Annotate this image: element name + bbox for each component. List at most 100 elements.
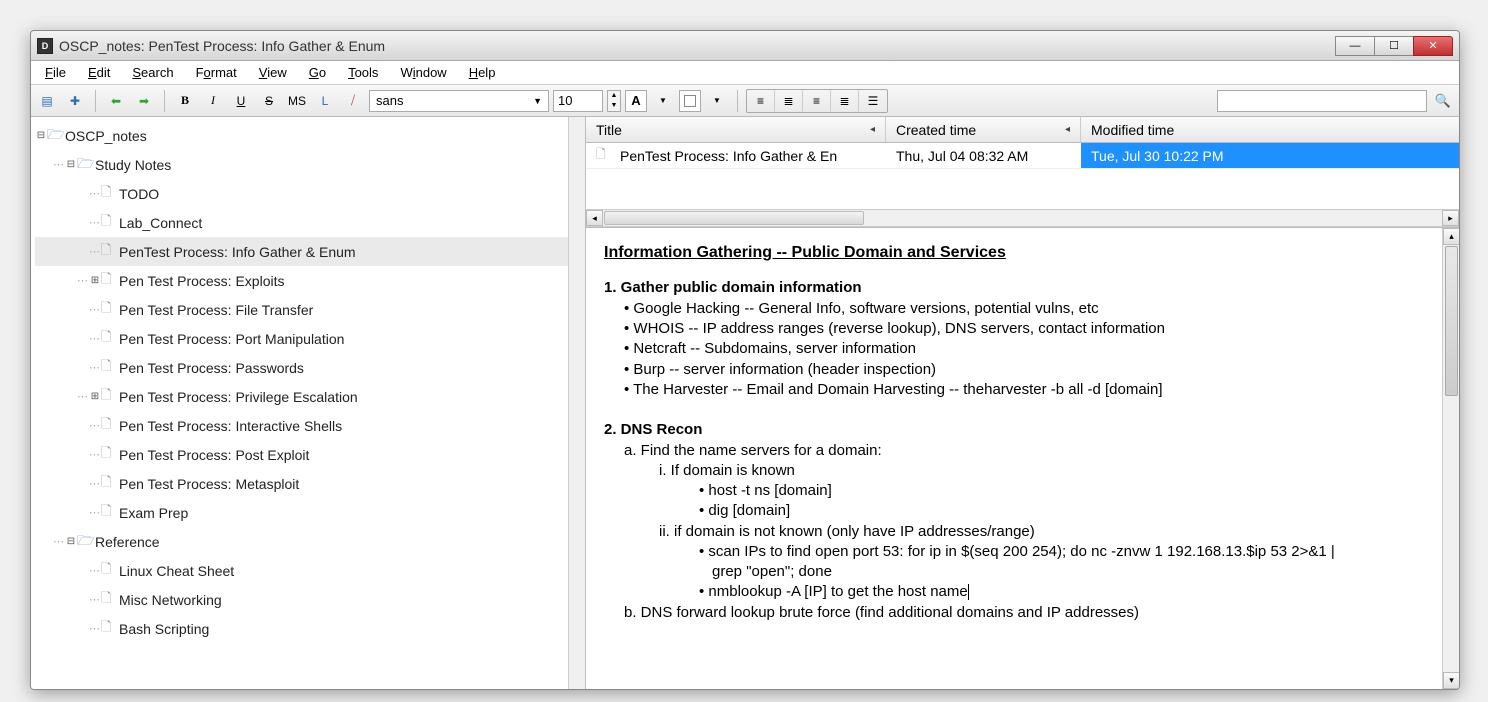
col-created[interactable]: Created time◂	[886, 117, 1081, 142]
new-page-icon[interactable]: ✚	[63, 89, 87, 113]
expand-icon[interactable]: ⊞	[89, 275, 101, 286]
tree-item[interactable]: ⋯⊞🗋Pen Test Process: Exploits	[35, 266, 583, 295]
tree-root[interactable]: ⊟ 🗁 OSCP_notes	[35, 121, 583, 150]
menu-edit[interactable]: Edit	[78, 63, 120, 82]
menu-search[interactable]: Search	[122, 63, 183, 82]
close-button[interactable]: ✕	[1413, 36, 1453, 56]
align-justify-icon[interactable]: ≣	[831, 90, 859, 112]
tree-label: Linux Cheat Sheet	[119, 563, 234, 579]
tree-folder-reference[interactable]: ⋯ ⊟ 🗁 Reference	[35, 527, 583, 556]
italic-button[interactable]: I	[201, 89, 225, 113]
menu-help[interactable]: Help	[459, 63, 506, 82]
menu-view[interactable]: View	[249, 63, 297, 82]
page-icon: 🗋	[101, 589, 119, 611]
tree-guide: ⋯	[89, 448, 101, 461]
tree-item[interactable]: ⋯🗋Pen Test Process: Post Exploit	[35, 440, 583, 469]
align-left-icon[interactable]: ≡	[747, 90, 775, 112]
search-box[interactable]	[1217, 90, 1427, 112]
tree-item[interactable]: ⋯🗋Bash Scripting	[35, 614, 583, 643]
strike-button[interactable]: S	[257, 89, 281, 113]
tree-item[interactable]: ⋯🗋Pen Test Process: Metasploit	[35, 469, 583, 498]
tree-scrollbar[interactable]	[568, 117, 585, 689]
tree-guide: ⋯	[53, 535, 65, 548]
text-color-button[interactable]: A	[625, 90, 647, 112]
chevron-down-icon[interactable]: ▼	[705, 89, 729, 113]
tree-item[interactable]: ⋯🗋Misc Networking	[35, 585, 583, 614]
underline-button[interactable]: U	[229, 89, 253, 113]
section-title: 2. DNS Recon	[604, 420, 1441, 440]
tree-pane: ⊟ 🗁 OSCP_notes ⋯ ⊟ 🗁 Study Notes ⋯🗋TODO …	[31, 117, 586, 689]
minimize-button[interactable]: —	[1335, 36, 1375, 56]
tree-item[interactable]: ⋯🗋Pen Test Process: Passwords	[35, 353, 583, 382]
tree-label: Exam Prep	[119, 505, 188, 521]
forward-icon[interactable]: ➡	[132, 89, 156, 113]
folder-icon: 🗁	[77, 530, 95, 554]
tree-item[interactable]: ⋯🗋Pen Test Process: Interactive Shells	[35, 411, 583, 440]
tree-guide: ⋯	[89, 187, 101, 200]
tree-label: Pen Test Process: Passwords	[119, 360, 304, 376]
col-modified[interactable]: Modified time	[1081, 117, 1459, 142]
scroll-left-icon[interactable]: ◂	[586, 210, 603, 226]
clear-format-icon[interactable]: ⧸	[341, 89, 365, 113]
fontsize-input[interactable]: 10	[553, 90, 603, 112]
tree-item[interactable]: ⋯🗋Exam Prep	[35, 498, 583, 527]
menu-file[interactable]: File	[35, 63, 76, 82]
collapse-icon[interactable]: ⊟	[65, 536, 77, 547]
back-icon[interactable]: ⬅	[104, 89, 128, 113]
tree-item[interactable]: ⋯🗋Lab_Connect	[35, 208, 583, 237]
scroll-down-icon[interactable]: ▾	[1443, 672, 1459, 689]
tree-item[interactable]: ⋯🗋TODO	[35, 179, 583, 208]
right-pane: Title◂ Created time◂ Modified time 🗋 PenT…	[586, 117, 1459, 689]
tree-item[interactable]: ⋯⊞🗋Pen Test Process: Privilege Escalatio…	[35, 382, 583, 411]
align-group: ≡ ≣ ≡ ≣ ☰	[746, 89, 888, 113]
list-row[interactable]: 🗋PenTest Process: Info Gather & En Thu, …	[586, 143, 1459, 169]
menu-window[interactable]: Window	[390, 63, 456, 82]
tree-item-selected[interactable]: ⋯🗋PenTest Process: Info Gather & Enum	[35, 237, 583, 266]
search-input[interactable]	[1218, 93, 1426, 108]
note-content[interactable]: Information Gathering -- Public Domain a…	[586, 228, 1459, 637]
scroll-thumb[interactable]	[1445, 246, 1458, 396]
align-right-icon[interactable]: ≡	[803, 90, 831, 112]
content-line: b. DNS forward lookup brute force (find …	[624, 603, 1441, 623]
scroll-right-icon[interactable]: ▸	[1442, 210, 1459, 226]
scroll-up-icon[interactable]: ▴	[1443, 228, 1459, 245]
search-icon[interactable]: 🔍	[1431, 90, 1455, 112]
maximize-button[interactable]: ☐	[1374, 36, 1414, 56]
collapse-icon[interactable]: ⊟	[65, 159, 77, 170]
content-line: • The Harvester -- Email and Domain Harv…	[624, 380, 1441, 400]
new-note-icon[interactable]: ▤	[35, 89, 59, 113]
expand-icon[interactable]: ⊞	[89, 391, 101, 402]
tree-label: Lab_Connect	[119, 215, 202, 231]
bold-button[interactable]: B	[173, 89, 197, 113]
scroll-thumb[interactable]	[604, 211, 864, 225]
content-scrollbar[interactable]: ▴ ▾	[1442, 228, 1459, 689]
link-button[interactable]: L	[313, 89, 337, 113]
fontsize-stepper[interactable]: ▲ ▼	[607, 90, 621, 112]
row-title: PenTest Process: Info Gather & En	[620, 148, 837, 164]
chevron-up-icon[interactable]: ▲	[608, 91, 620, 101]
menu-go[interactable]: Go	[299, 63, 336, 82]
tree-item[interactable]: ⋯🗋Pen Test Process: File Transfer	[35, 295, 583, 324]
col-title[interactable]: Title◂	[586, 117, 886, 142]
toolbar-separator	[95, 90, 96, 112]
tree-label: Pen Test Process: Interactive Shells	[119, 418, 342, 434]
menu-format[interactable]: Format	[186, 63, 247, 82]
menu-tools[interactable]: Tools	[338, 63, 388, 82]
align-center-icon[interactable]: ≣	[775, 90, 803, 112]
page-icon: 🗋	[101, 502, 119, 524]
chevron-down-icon[interactable]: ▼	[651, 89, 675, 113]
tree-guide: ⋯	[77, 274, 89, 287]
tree-item[interactable]: ⋯🗋Linux Cheat Sheet	[35, 556, 583, 585]
font-select[interactable]: sans ▼	[369, 90, 549, 112]
bullet-list-icon[interactable]: ☰	[859, 90, 887, 112]
page-icon: 🗋	[101, 444, 119, 466]
tree-guide: ⋯	[89, 564, 101, 577]
tree-folder-study[interactable]: ⋯ ⊟ 🗁 Study Notes	[35, 150, 583, 179]
highlight-color-button[interactable]	[679, 90, 701, 112]
monospace-button[interactable]: MS	[285, 89, 309, 113]
collapse-icon[interactable]: ⊟	[35, 130, 47, 141]
tree-item[interactable]: ⋯🗋Pen Test Process: Port Manipulation	[35, 324, 583, 353]
chevron-down-icon[interactable]: ▼	[608, 101, 620, 111]
page-icon: 🗋	[596, 145, 614, 166]
list-hscrollbar[interactable]: ◂ ▸	[586, 209, 1459, 227]
